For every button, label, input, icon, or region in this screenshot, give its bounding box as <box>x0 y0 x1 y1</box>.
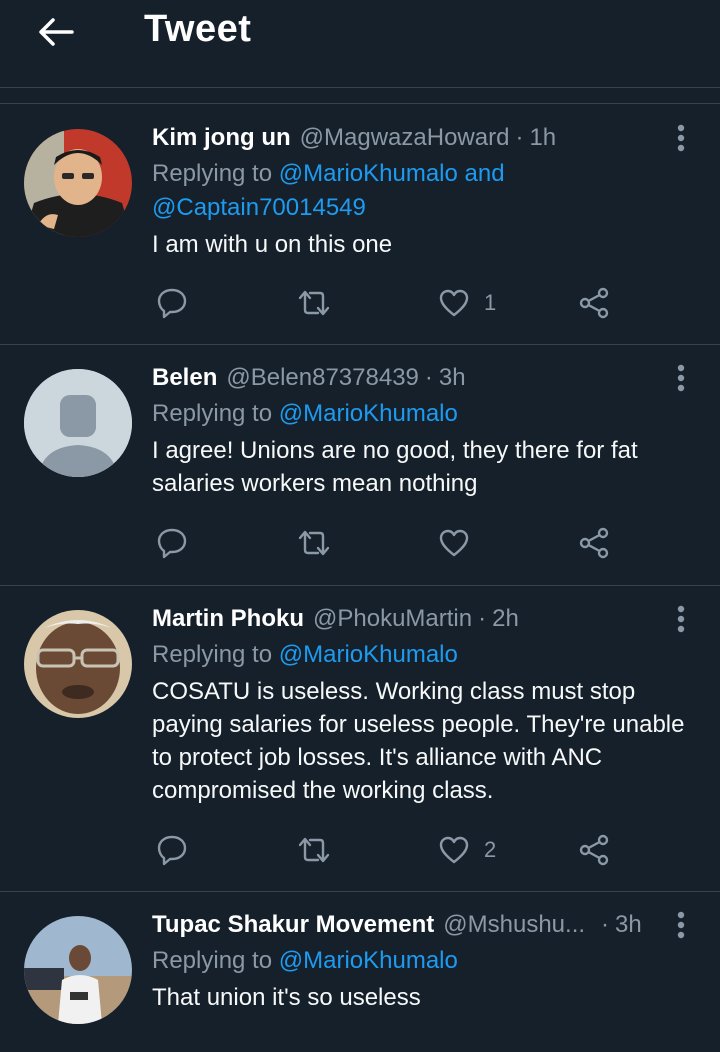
retweet-icon <box>298 290 330 316</box>
avatar[interactable] <box>24 916 132 1024</box>
tweet-meta: Belen @Belen87378439 · 3h <box>152 363 696 393</box>
tweet-text: I agree! Unions are no good, they there … <box>152 437 638 497</box>
author-name[interactable]: Tupac Shakur Movement <box>152 910 434 940</box>
mention-link[interactable]: @Captain70014549 <box>152 194 366 221</box>
author-handle[interactable]: @Mshushu... <box>443 910 585 940</box>
author-name[interactable]: Martin Phoku <box>152 604 304 634</box>
replying-to-label: Replying to <box>152 160 279 187</box>
retweet-button[interactable] <box>296 830 332 870</box>
default-avatar-icon <box>24 369 132 477</box>
avatar[interactable] <box>24 129 132 237</box>
retweet-button[interactable] <box>296 523 332 563</box>
tweet-text: I am with u on this one <box>152 231 393 258</box>
more-options-button[interactable] <box>666 602 696 636</box>
meta-separator: · <box>424 364 433 391</box>
timestamp[interactable]: 2h <box>492 604 519 634</box>
mention-link[interactable]: @MarioKhumalo <box>279 400 458 427</box>
replying-to-label: Replying to <box>152 947 279 974</box>
mention-link[interactable]: @MarioKhumalo <box>279 641 458 668</box>
tweet-content: Kim jong un @MagwazaHoward · 1h Replying… <box>152 123 696 261</box>
meta-separator: · <box>601 911 610 938</box>
like-button[interactable]: 1 <box>438 283 496 323</box>
tweet-text: That union it's so useless <box>152 984 421 1011</box>
reply-tweet[interactable]: Kim jong un @MagwazaHoward · 1h Replying… <box>0 105 720 345</box>
avatar[interactable] <box>24 610 132 718</box>
like-count: 1 <box>484 290 497 315</box>
reply-tweet[interactable]: Belen @Belen87378439 · 3h Replying to @M… <box>0 345 720 586</box>
reply-button[interactable] <box>156 830 188 870</box>
more-vertical-icon <box>677 911 685 939</box>
like-button[interactable] <box>438 523 484 563</box>
tweet-text: COSATU is useless. Working class must st… <box>152 678 685 804</box>
tweet-actions: 1 <box>152 283 622 323</box>
page-title: Tweet <box>144 8 252 50</box>
author-name[interactable]: Kim jong un <box>152 123 291 153</box>
retweet-icon <box>298 837 330 863</box>
author-handle[interactable]: @PhokuMartin <box>313 604 472 634</box>
like-button[interactable]: 2 <box>438 830 496 870</box>
more-options-button[interactable] <box>666 361 696 395</box>
back-button[interactable] <box>34 12 78 52</box>
more-vertical-icon <box>677 605 685 633</box>
reply-tweet[interactable]: Martin Phoku @PhokuMartin · 2h Replying … <box>0 586 720 892</box>
tweet-actions <box>152 523 622 563</box>
reply-tweet[interactable]: Tupac Shakur Movement @Mshushu... · 3h R… <box>0 892 720 1052</box>
replying-to: Replying to @MarioKhumalo <box>152 638 696 672</box>
tweet-meta: Kim jong un @MagwazaHoward · 1h <box>152 123 696 153</box>
timestamp[interactable]: 1h <box>529 123 556 153</box>
reply-icon <box>157 288 187 319</box>
replying-to-label: Replying to <box>152 641 279 668</box>
heart-icon <box>439 529 469 557</box>
like-count: 2 <box>484 837 497 862</box>
reply-icon <box>157 528 187 559</box>
share-button[interactable] <box>578 523 610 563</box>
tweet-actions: 2 <box>152 830 622 870</box>
tweet-content: Belen @Belen87378439 · 3h Replying to @M… <box>152 363 696 500</box>
more-options-button[interactable] <box>666 121 696 155</box>
replying-to: Replying to @MarioKhumalo and <box>152 157 696 191</box>
share-icon <box>579 834 609 866</box>
reply-list: Kim jong un @MagwazaHoward · 1h Replying… <box>0 105 720 1052</box>
mention-link[interactable]: @MarioKhumalo <box>279 947 458 974</box>
avatar[interactable] <box>24 369 132 477</box>
reply-button[interactable] <box>156 283 188 323</box>
arrow-left-icon <box>39 18 74 46</box>
replying-to-continued: @Captain70014549 <box>152 191 696 225</box>
tweet-meta: Martin Phoku @PhokuMartin · 2h <box>152 604 696 634</box>
reply-button[interactable] <box>156 523 188 563</box>
replying-to: Replying to @MarioKhumalo <box>152 944 696 978</box>
author-name[interactable]: Belen <box>152 363 217 393</box>
author-handle[interactable]: @Belen87378439 <box>226 363 419 393</box>
reply-icon <box>157 835 187 866</box>
heart-icon <box>439 289 469 317</box>
share-icon <box>579 527 609 559</box>
more-vertical-icon <box>677 124 685 152</box>
top-app-bar: Tweet <box>0 0 720 88</box>
author-handle[interactable]: @MagwazaHoward <box>300 123 510 153</box>
timestamp[interactable]: 3h <box>439 363 466 393</box>
heart-icon <box>439 836 469 864</box>
meta-separator: · <box>515 124 524 151</box>
retweet-icon <box>298 530 330 556</box>
more-vertical-icon <box>677 364 685 392</box>
timestamp[interactable]: 3h <box>615 910 642 940</box>
share-button[interactable] <box>578 830 610 870</box>
replying-to-label: Replying to <box>152 400 279 427</box>
retweet-button[interactable] <box>296 283 332 323</box>
replying-to: Replying to @MarioKhumalo <box>152 397 696 431</box>
tweet-content: Tupac Shakur Movement @Mshushu... · 3h R… <box>152 910 696 1014</box>
meta-separator: · <box>478 605 487 632</box>
share-icon <box>579 287 609 319</box>
tweet-content: Martin Phoku @PhokuMartin · 2h Replying … <box>152 604 696 807</box>
tweet-meta: Tupac Shakur Movement @Mshushu... · 3h <box>152 910 696 940</box>
share-button[interactable] <box>578 283 610 323</box>
divider <box>0 88 720 104</box>
more-options-button[interactable] <box>666 908 696 942</box>
mention-link[interactable]: @MarioKhumalo and <box>279 160 505 187</box>
